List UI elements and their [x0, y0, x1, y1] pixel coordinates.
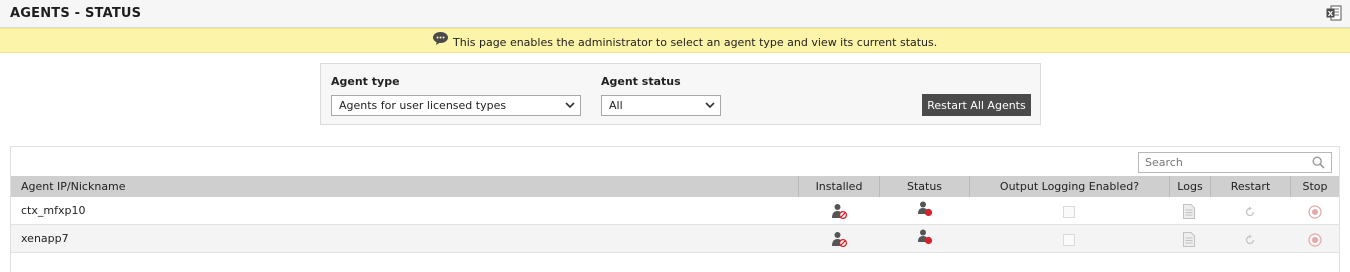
- info-message: This page enables the administrator to s…: [453, 36, 938, 49]
- agent-status-label: Agent status: [601, 75, 681, 88]
- logs-cell: [1169, 225, 1210, 253]
- excel-export-icon[interactable]: X: [1326, 5, 1342, 21]
- logging-checkbox[interactable]: [1063, 206, 1075, 218]
- agent-type-value: Agents for user licensed types: [339, 99, 507, 112]
- logging-checkbox[interactable]: [1063, 234, 1075, 246]
- stop-cell: [1290, 197, 1339, 225]
- column-restart[interactable]: Restart: [1210, 176, 1290, 197]
- output-logging-cell: [969, 197, 1169, 225]
- restart-icon[interactable]: [1244, 234, 1256, 246]
- agent-name: xenapp7: [21, 232, 69, 245]
- column-status[interactable]: Status: [879, 176, 969, 197]
- logs-cell: [1169, 197, 1210, 225]
- page-title: AGENTS - STATUS: [10, 6, 142, 21]
- agent-not-installed-icon: [832, 204, 847, 219]
- table-row[interactable]: xenapp7: [11, 225, 1339, 253]
- stop-icon[interactable]: [1308, 233, 1322, 247]
- title-bar: AGENTS - STATUS X: [0, 0, 1350, 28]
- stop-icon[interactable]: [1308, 205, 1322, 219]
- restart-all-agents-button[interactable]: Restart All Agents: [922, 94, 1031, 116]
- agent-status-select[interactable]: All: [601, 95, 721, 116]
- speech-bubble-icon: [433, 32, 448, 45]
- agent-offline-icon: [918, 201, 933, 217]
- search-icon[interactable]: [1312, 156, 1325, 169]
- agent-offline-icon: [918, 229, 933, 245]
- column-logs[interactable]: Logs: [1169, 176, 1210, 197]
- installed-cell: [798, 225, 879, 253]
- search-placeholder: Search: [1145, 156, 1183, 169]
- column-stop[interactable]: Stop: [1290, 176, 1339, 197]
- filter-panel: Agent type Agents for user licensed type…: [320, 63, 1041, 125]
- column-installed[interactable]: Installed: [798, 176, 879, 197]
- restart-cell: [1210, 197, 1290, 225]
- column-output-logging[interactable]: Output Logging Enabled?: [969, 176, 1169, 197]
- log-file-icon[interactable]: [1183, 204, 1195, 219]
- restart-cell: [1210, 225, 1290, 253]
- table-row[interactable]: ctx_mfxp10: [11, 197, 1339, 225]
- log-file-icon[interactable]: [1183, 232, 1195, 247]
- column-agent-ip[interactable]: Agent IP/Nickname: [21, 176, 797, 197]
- stop-cell: [1290, 225, 1339, 253]
- search-input[interactable]: Search: [1138, 152, 1332, 173]
- status-cell: [879, 225, 969, 253]
- table-header: Agent IP/Nickname Installed Status Outpu…: [11, 176, 1339, 197]
- restart-icon[interactable]: [1244, 206, 1256, 218]
- agent-type-select[interactable]: Agents for user licensed types: [331, 95, 581, 116]
- agent-status-value: All: [609, 99, 623, 112]
- info-bar: This page enables the administrator to s…: [0, 28, 1350, 53]
- agent-type-label: Agent type: [331, 75, 400, 88]
- status-cell: [879, 197, 969, 225]
- agent-name: ctx_mfxp10: [21, 204, 86, 217]
- svg-text:X: X: [1328, 10, 1334, 18]
- agent-not-installed-icon: [832, 232, 847, 247]
- agents-grid: Search Agent IP/Nickname Installed Statu…: [10, 146, 1340, 272]
- chevron-down-icon: [565, 102, 575, 109]
- chevron-down-icon: [705, 102, 715, 109]
- output-logging-cell: [969, 225, 1169, 253]
- installed-cell: [798, 197, 879, 225]
